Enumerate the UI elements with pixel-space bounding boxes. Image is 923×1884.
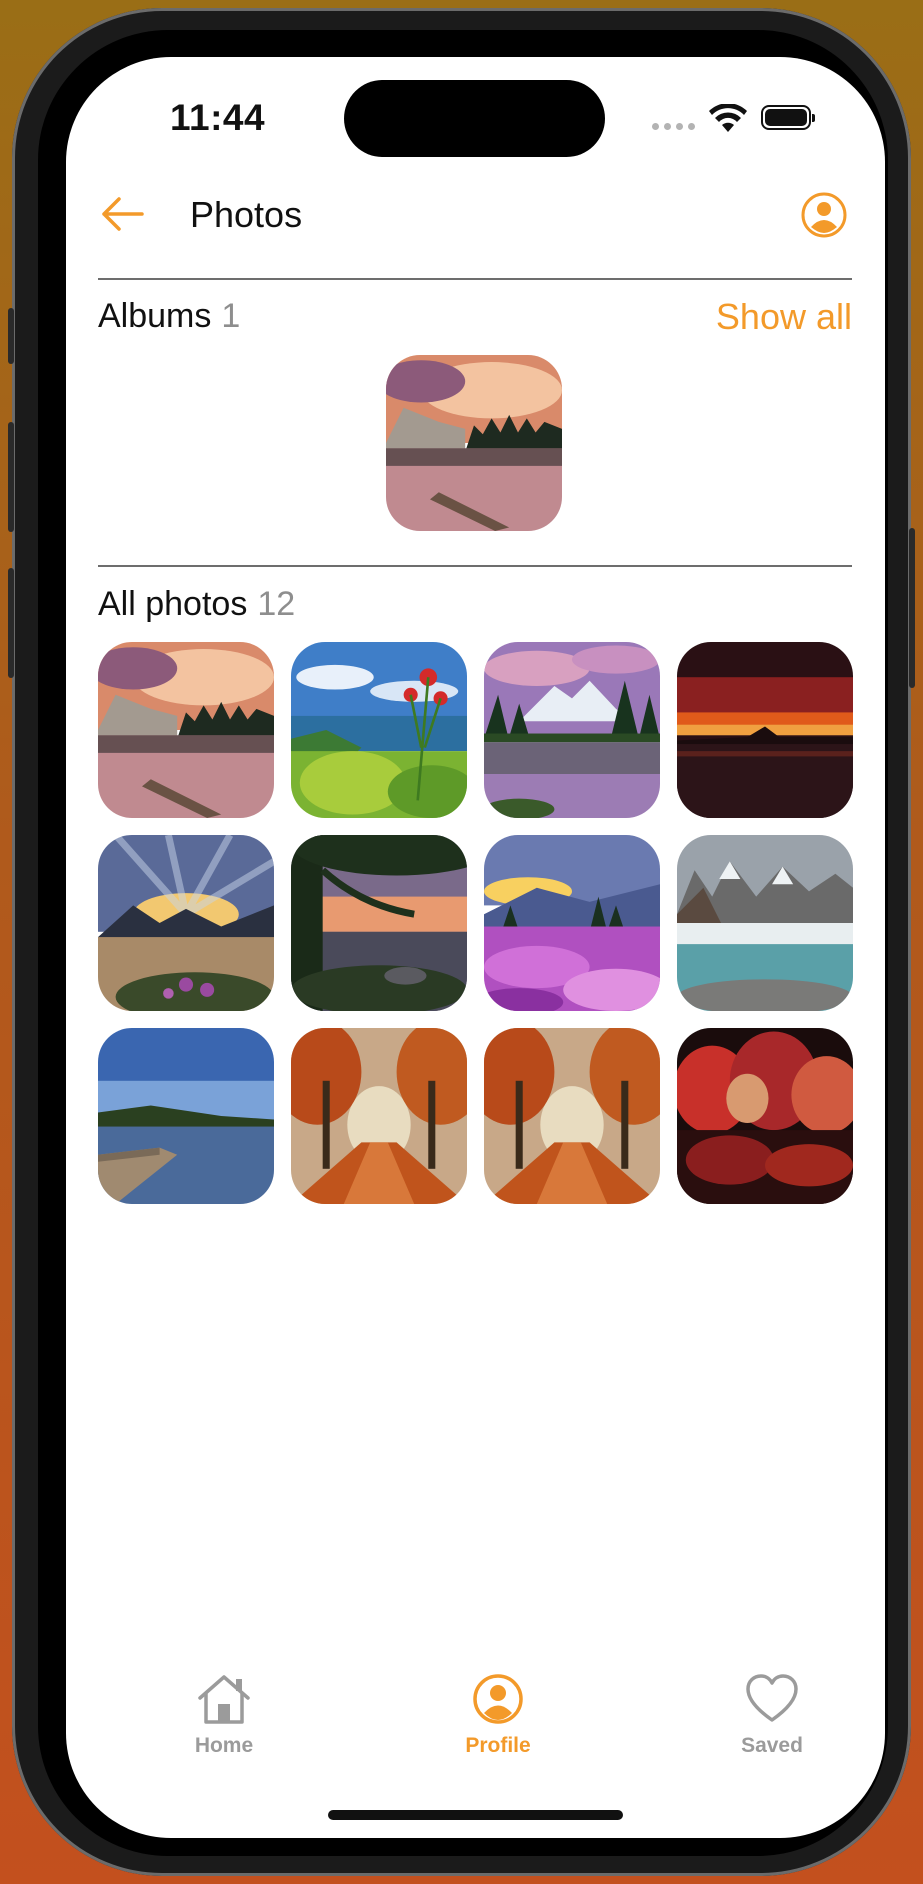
screen: 11:44 Photos Albums 1 Show all All photo… [66,57,885,1838]
albums-title: Albums [98,297,212,335]
arrow-left-icon[interactable] [99,194,145,234]
tab-saved-label: Saved [741,1734,803,1757]
volume-down-button [8,568,14,678]
person-circle-icon [473,1674,523,1724]
device-frame: 11:44 Photos Albums 1 Show all All photo… [8,8,915,1876]
wifi-icon [709,104,747,132]
home-indicator[interactable] [328,1810,623,1820]
tab-profile-label: Profile [465,1734,531,1757]
mute-switch [8,308,14,364]
photo-thumbnail[interactable] [291,642,467,818]
photo-thumbnail[interactable] [677,1028,853,1204]
show-all-link[interactable]: Show all [716,296,852,338]
all-photos-title: All photos [98,585,248,623]
tab-home[interactable]: Home [154,1672,294,1758]
albums-count: 1 [221,297,241,335]
tab-saved[interactable]: Saved [702,1672,842,1758]
page-title: Photos [190,194,303,235]
albums-header: Albums 1 [98,297,240,336]
tab-profile[interactable]: Profile [428,1672,568,1758]
divider [98,278,852,280]
house-icon [198,1675,250,1724]
photo-thumbnail[interactable] [98,642,274,818]
photo-thumbnail[interactable] [484,835,660,1011]
person-circle-icon[interactable] [800,191,848,239]
heart-icon [746,1674,798,1722]
dynamic-island [344,80,605,157]
status-time: 11:44 [170,97,266,138]
photo-thumbnail[interactable] [98,1028,274,1204]
signal-dots-icon [652,123,695,130]
all-photos-header: All photos 12 [98,585,295,624]
photo-thumbnail[interactable] [291,1028,467,1204]
photo-thumbnail[interactable] [484,1028,660,1204]
divider [98,565,852,567]
album-thumbnail[interactable] [386,355,562,531]
photo-thumbnail[interactable] [677,835,853,1011]
tab-home-label: Home [194,1734,254,1757]
power-button [909,528,915,688]
photo-thumbnail[interactable] [484,642,660,818]
photo-thumbnail[interactable] [291,835,467,1011]
photo-thumbnail[interactable] [98,835,274,1011]
volume-up-button [8,422,14,532]
all-photos-count: 12 [257,585,296,623]
photo-thumbnail[interactable] [677,642,853,818]
battery-icon [761,105,815,130]
